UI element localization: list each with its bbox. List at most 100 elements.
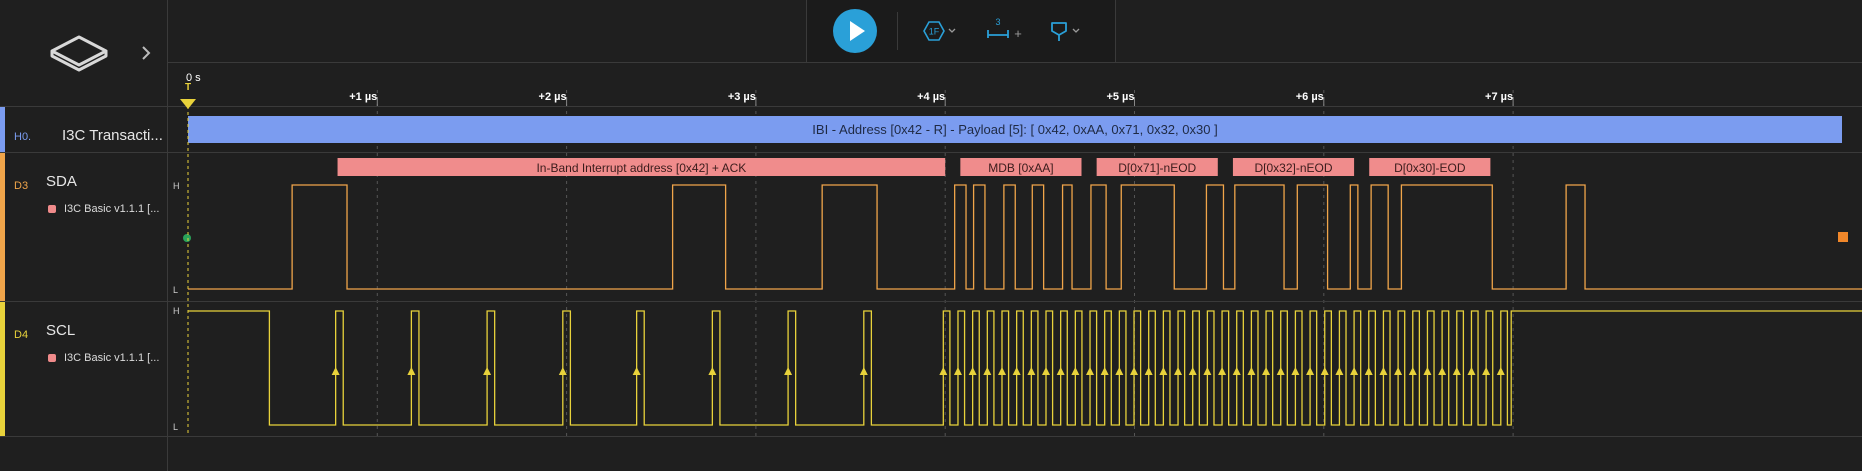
rising-edge-arrow [708, 367, 717, 375]
rising-edge-arrow [1482, 367, 1491, 375]
rising-edge-arrow [1086, 367, 1095, 375]
channel-tag: D4 [14, 329, 29, 341]
rising-edge-arrow [331, 367, 340, 375]
rising-edge-arrow [483, 367, 492, 375]
trigger-arrow-icon [180, 99, 196, 109]
waveform-plot[interactable]: 0 s +1 µs +2 µs +3 µs +4 µs +5 µs +6 µs +7 µs … [167, 0, 1862, 471]
analyzer-swatch [48, 205, 56, 213]
analyzer-swatch [48, 354, 56, 362]
scl-rising-edge-markers [331, 367, 1505, 375]
time-ruler: 0 s +1 µs +2 µs +3 µs +4 µs +5 µs +6 µs +7 µs [167, 62, 1862, 107]
scl-low-level-label: L [173, 422, 178, 432]
rising-edge-arrow [1350, 367, 1359, 375]
rising-edge-arrow [1262, 367, 1271, 375]
add-measurement-button[interactable]: 3 + [985, 16, 1027, 46]
capture-toolbar: 1F 3 + [806, 0, 1116, 63]
scl-waveform: H L [173, 306, 1862, 432]
rising-edge-arrow [1394, 367, 1403, 375]
sda-waveform: H L [173, 181, 1862, 295]
sda-end-marker[interactable] [1838, 232, 1848, 242]
rising-edge-arrow [997, 367, 1006, 375]
trigger-icon-text: 1F [929, 27, 940, 37]
rising-edge-arrow [1379, 367, 1388, 375]
trigger-hexagon-icon: 1F [923, 21, 956, 41]
sda-high-level-label: H [173, 181, 180, 191]
frame-label: In-Band Interrupt address [0x42] + ACK [536, 161, 746, 175]
rising-edge-arrow [1496, 367, 1505, 375]
rising-edge-arrow [558, 367, 567, 375]
rising-edge-arrow [1364, 367, 1373, 375]
rising-edge-arrow [1218, 367, 1227, 375]
trigger-button[interactable]: 1F [919, 16, 959, 46]
rising-edge-arrow [968, 367, 977, 375]
frame-label: D[0x30]-EOD [1394, 161, 1466, 175]
logo-icon [50, 35, 108, 72]
rising-edge-arrow [1306, 367, 1315, 375]
rising-edge-arrow [1438, 367, 1447, 375]
rising-edge-arrow [1027, 367, 1036, 375]
analyzer-label[interactable]: I3C Basic v1.1.1 [... [48, 352, 159, 364]
rising-edge-arrow [1071, 367, 1080, 375]
ruler-tick-label: +7 µs [1485, 91, 1513, 103]
rising-edge-arrow [1320, 367, 1329, 375]
frame-label: D[0x71]-nEOD [1118, 161, 1196, 175]
measure-icon-text: 3 [995, 17, 1000, 27]
analyzer-label[interactable]: I3C Basic v1.1.1 [... [48, 203, 159, 215]
channel-name: SCL [46, 322, 76, 339]
toolbar-divider [897, 12, 898, 50]
transaction-label: IBI - Address [0x42 - R] - Payload [5]: … [812, 122, 1217, 137]
logo-area [0, 0, 167, 107]
sda-start-marker [183, 234, 191, 242]
channel-row-d3[interactable]: D3 SDA I3C Basic v1.1.1 [... [0, 153, 167, 302]
play-button[interactable] [833, 9, 877, 53]
ruler-tick-label: +3 µs [728, 91, 756, 103]
rising-edge-arrow [983, 367, 992, 375]
channel-tag: D3 [14, 180, 29, 192]
rising-edge-arrow [1408, 367, 1417, 375]
channel-color-stripe [0, 153, 5, 301]
sda-trace [188, 184, 1862, 290]
channel-name: SDA [46, 173, 77, 190]
ruler-tick-label: +5 µs [1106, 91, 1134, 103]
rising-edge-arrow [1276, 367, 1285, 375]
channel-row-h0[interactable]: H0. I3C Transacti... [0, 107, 167, 153]
frame-label: D[0x32]-nEOD [1254, 161, 1332, 175]
marker-button[interactable] [1047, 16, 1087, 46]
rising-edge-arrow [632, 367, 641, 375]
rising-edge-arrow [1247, 367, 1256, 375]
rising-edge-arrow [1467, 367, 1476, 375]
channel-color-stripe [0, 302, 5, 436]
sda-low-level-label: L [173, 285, 178, 295]
frame-label: MDB [0xAA] [988, 161, 1053, 175]
analyzer-name: I3C Basic v1.1.1 [... [64, 203, 160, 215]
rising-edge-arrow [1188, 367, 1197, 375]
channel-color-stripe [0, 107, 5, 152]
decoded-frames: In-Band Interrupt address [0x42] + ACK MD… [337, 158, 1491, 176]
rising-edge-arrow [1159, 367, 1168, 375]
rising-edge-arrow [407, 367, 416, 375]
rising-edge-arrow [1100, 367, 1109, 375]
rising-edge-arrow [1012, 367, 1021, 375]
rising-edge-arrow [1335, 367, 1344, 375]
scl-trace [188, 310, 1862, 426]
transaction-row: IBI - Address [0x42 - R] - Payload [5]: … [188, 116, 1842, 143]
channel-name: I3C Transacti... [62, 127, 163, 144]
rising-edge-arrow [1042, 367, 1051, 375]
rising-edge-arrow [1056, 367, 1065, 375]
rising-edge-arrow [784, 367, 793, 375]
rising-edge-arrow [1203, 367, 1212, 375]
ruler-tick-label: +2 µs [539, 91, 567, 103]
rising-edge-arrow [1291, 367, 1300, 375]
measure-icon: 3 + [987, 17, 1022, 41]
expand-chevron-icon[interactable] [140, 45, 152, 61]
scl-high-level-label: H [173, 306, 180, 316]
rising-edge-arrow [939, 367, 948, 375]
analyzer-name: I3C Basic v1.1.1 [... [64, 352, 160, 364]
rising-edge-arrow [1115, 367, 1124, 375]
marker-flag-icon [1051, 22, 1080, 41]
channel-tag: H0. [14, 131, 32, 143]
trigger-label: T [185, 82, 191, 93]
channel-row-d4[interactable]: D4 SCL I3C Basic v1.1.1 [... [0, 302, 167, 437]
rising-edge-arrow [1144, 367, 1153, 375]
rising-edge-arrow [859, 367, 868, 375]
